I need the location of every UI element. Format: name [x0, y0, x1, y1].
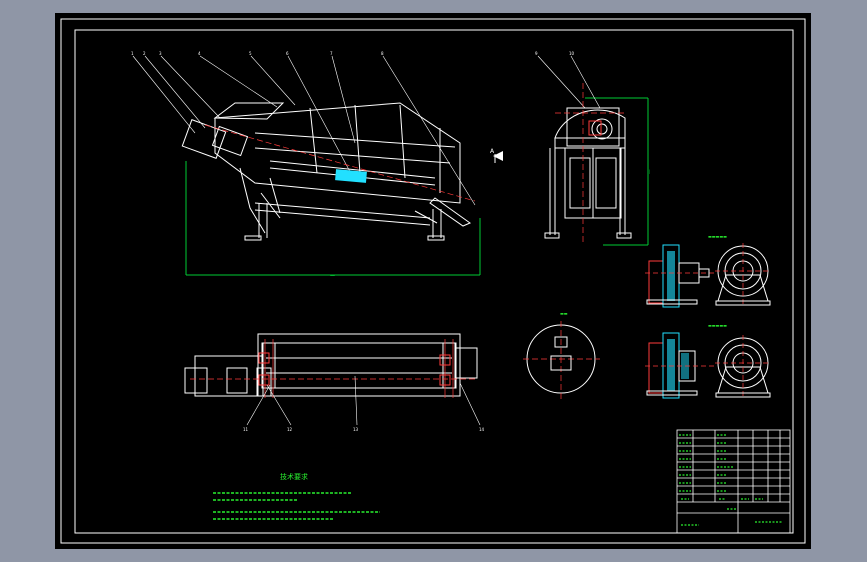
inner-frame	[74, 29, 794, 534]
svg-text:14: 14	[479, 427, 485, 432]
svg-text:—: —	[330, 273, 335, 279]
svg-text:10: 10	[569, 51, 575, 56]
svg-text:A: A	[490, 148, 495, 155]
svg-text:1: 1	[131, 51, 134, 56]
svg-text:5: 5	[249, 51, 252, 56]
drawing-sheet: — 12 34 56 78 A | 9 10 ▬▬▬▬▬ ▬▬▬▬▬ 11 12…	[55, 13, 811, 549]
svg-text:12: 12	[287, 427, 293, 432]
svg-text:11: 11	[243, 427, 249, 432]
drawing-canvas: — 12 34 56 78 A | 9 10 ▬▬▬▬▬ ▬▬▬▬▬ 11 12…	[60, 18, 806, 544]
side-view: | 9 10	[535, 51, 650, 246]
title-block	[676, 429, 791, 534]
notes-heading: 技术要求	[280, 472, 308, 481]
svg-text:3: 3	[159, 51, 162, 56]
svg-text:2: 2	[143, 51, 146, 56]
svg-text:4: 4	[198, 51, 201, 56]
front-view: — 1 2 3 4 5 6 7 8 A	[131, 51, 503, 279]
detail-view-1: ▬▬▬▬▬	[645, 234, 771, 308]
svg-text:6: 6	[286, 51, 289, 56]
technical-notes: 技术要求	[213, 472, 380, 520]
svg-text:|: |	[649, 169, 650, 174]
top-view: 11 12 13 14	[184, 333, 485, 432]
svg-text:7: 7	[330, 51, 333, 56]
detail-view-2: ▬▬▬▬▬	[645, 323, 771, 399]
svg-text:13: 13	[353, 427, 359, 432]
svg-text:▬▬▬▬▬: ▬▬▬▬▬	[708, 234, 727, 239]
svg-text:▬▬: ▬▬	[560, 311, 568, 316]
outer-frame	[60, 18, 806, 544]
svg-text:8: 8	[381, 51, 384, 56]
svg-text:9: 9	[535, 51, 538, 56]
cad-viewport[interactable]: — 12 34 56 78 A | 9 10 ▬▬▬▬▬ ▬▬▬▬▬ 11 12…	[0, 0, 867, 562]
section-a-view: ▬▬	[523, 311, 600, 399]
svg-text:▬▬▬▬▬: ▬▬▬▬▬	[708, 323, 727, 328]
